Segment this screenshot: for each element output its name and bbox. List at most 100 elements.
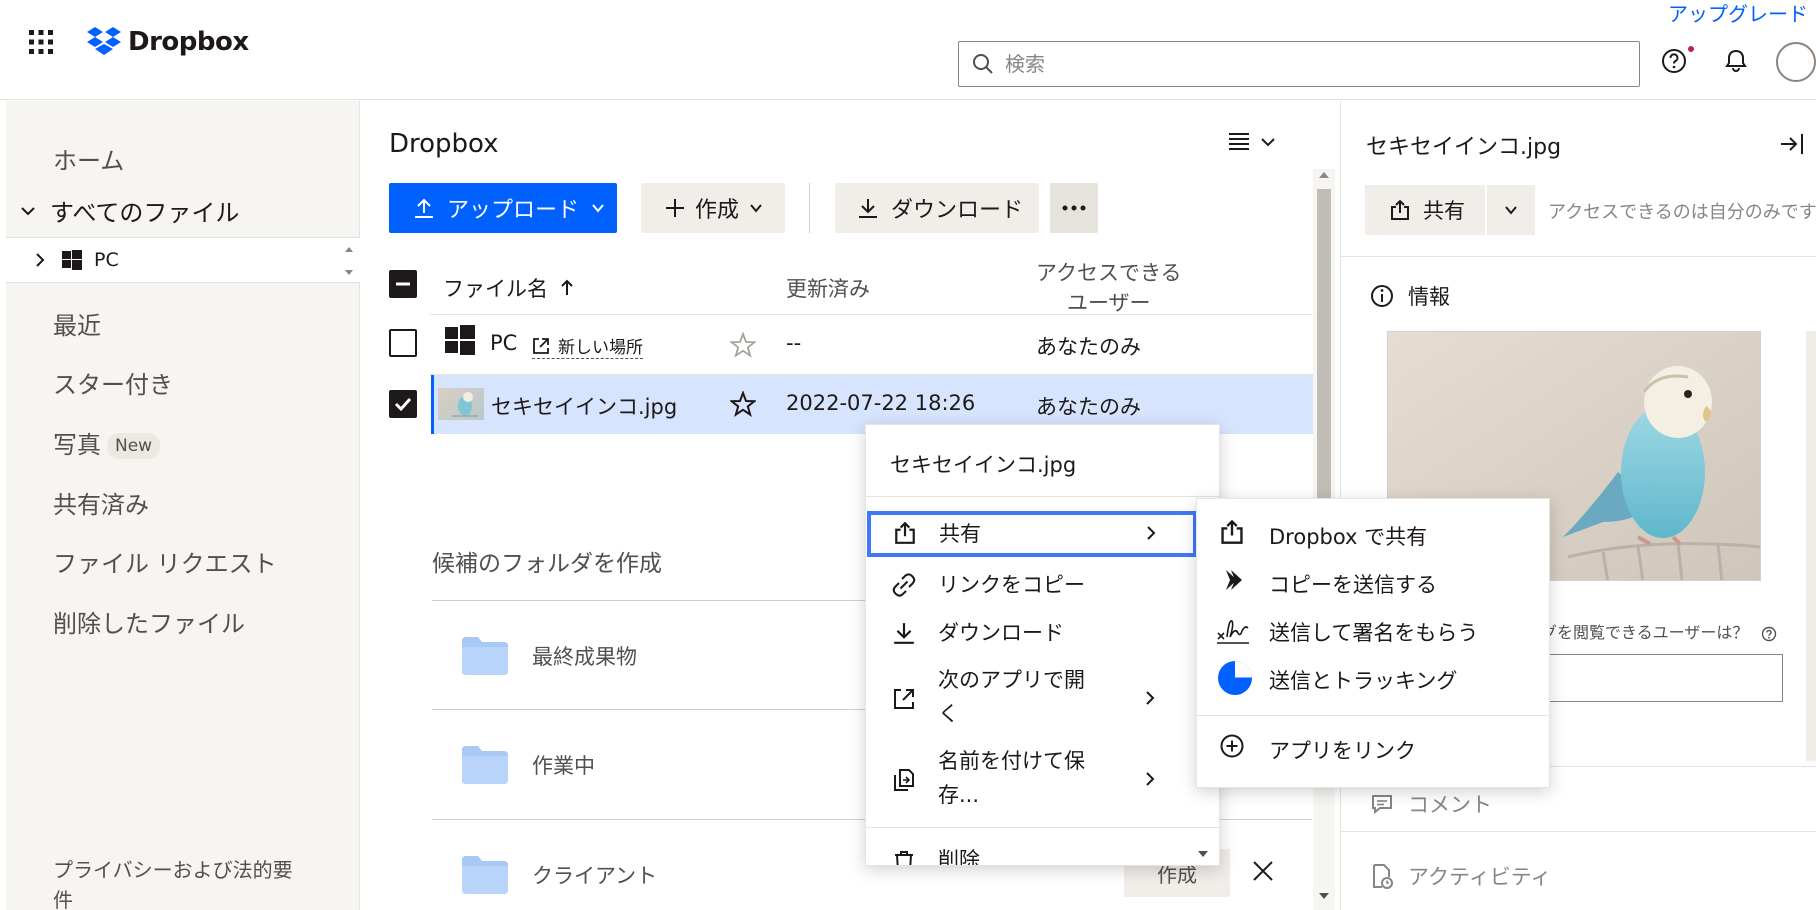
sidebar-item-photos[interactable]: 写真 New (53, 425, 161, 460)
menu-scroll-down-arrow-icon[interactable] (1196, 849, 1210, 859)
search-input[interactable] (1005, 52, 1605, 76)
tree-scrollbar[interactable] (344, 244, 354, 278)
docsend-icon (1218, 661, 1252, 695)
column-header-label: ファイル名 (443, 277, 548, 301)
share-icon (1221, 519, 1243, 544)
sidebar-item-recent[interactable]: 最近 (53, 306, 101, 341)
sort-arrow-up-icon (561, 279, 573, 295)
menu-item-share[interactable]: 共有 (867, 511, 1197, 557)
sidebar-item-file-requests[interactable]: ファイル リクエスト (53, 544, 277, 579)
sidebar-item-label: すべてのファイル (50, 199, 240, 227)
folder-icon (462, 637, 508, 675)
menu-item-save-as[interactable]: 名前を付けて保 存... (866, 742, 1219, 816)
upload-button[interactable]: アップロード (389, 183, 617, 233)
row-checkbox[interactable] (389, 390, 417, 418)
info-section-header[interactable]: 情報 (1370, 281, 1450, 311)
details-share-button[interactable]: 共有 (1365, 185, 1485, 235)
sidebar-item-all-files[interactable]: すべてのファイル (20, 193, 239, 228)
menu-item-label: 共有 (939, 522, 981, 546)
row-divider (430, 314, 1320, 315)
submenu-item-label: Dropbox で共有 (1269, 525, 1428, 549)
submenu-item-link-app[interactable]: アプリをリンク (1197, 725, 1551, 771)
download-icon (894, 623, 914, 644)
submenu-item-label: コピーを送信する (1269, 573, 1437, 597)
activity-label: アクティビティ (1408, 865, 1552, 889)
file-name[interactable]: セキセイインコ.jpg (491, 391, 677, 421)
help-button[interactable] (1660, 47, 1688, 75)
column-header-modified[interactable]: 更新済み (786, 273, 870, 303)
submenu-item-share-dropbox[interactable]: Dropbox で共有 (1197, 511, 1551, 557)
menu-item-label: 名前を付けて保 存... (938, 744, 1085, 812)
activity-section-header[interactable]: アクティビティ (1370, 861, 1551, 891)
select-all-checkbox[interactable] (389, 270, 417, 298)
submenu-item-send-copy[interactable]: コピーを送信する (1197, 559, 1551, 605)
submenu-item-send-for-signature[interactable]: 送信して署名をもらう (1197, 607, 1551, 653)
upgrade-link[interactable]: アップグレード (1668, 0, 1808, 27)
signature-icon (1217, 620, 1249, 644)
scroll-up-arrow-icon[interactable] (1317, 169, 1331, 181)
file-name[interactable]: PC (490, 331, 517, 355)
view-toggle[interactable] (1228, 131, 1276, 153)
chevron-down-icon[interactable] (20, 203, 36, 219)
avatar[interactable] (1776, 42, 1816, 82)
dismiss-suggestion-button[interactable] (1252, 860, 1274, 882)
menu-item-copy-link[interactable]: リンクをコピー (866, 563, 1219, 607)
save-as-icon (894, 769, 914, 791)
toolbar-divider (809, 183, 810, 233)
comment-icon (1372, 795, 1392, 815)
open-external-icon (894, 689, 914, 709)
menu-item-download[interactable]: ダウンロード (866, 611, 1219, 655)
new-location-link[interactable]: 新しい場所 (532, 333, 643, 359)
chevron-right-icon[interactable] (34, 253, 46, 267)
sidebar-item-label: 写真 (53, 431, 101, 459)
menu-item-label: 次のアプリで開 く (938, 663, 1085, 731)
submenu-item-send-and-track[interactable]: 送信とトラッキング (1197, 655, 1551, 701)
help-icon[interactable] (1761, 626, 1777, 642)
modified-value: -- (786, 331, 802, 355)
submenu-item-label: 送信とトラッキング (1269, 669, 1458, 693)
privacy-legal-link[interactable]: プライバシーおよび法的要 件 (53, 855, 293, 910)
menu-item-delete[interactable]: 削除 (866, 843, 1219, 865)
sidebar-tree-pc[interactable]: PC (6, 237, 360, 283)
list-view-icon (1229, 133, 1249, 150)
search-box[interactable] (958, 41, 1640, 87)
more-actions-button[interactable] (1050, 183, 1098, 233)
comments-section-header[interactable]: コメント (1370, 789, 1492, 819)
menu-item-label: ダウンロード (938, 621, 1064, 645)
viewers-input[interactable] (1541, 654, 1783, 702)
dropbox-logo[interactable]: Dropbox (86, 26, 249, 58)
app-grid-icon[interactable] (28, 29, 54, 55)
star-icon[interactable] (730, 332, 756, 358)
column-header-name[interactable]: ファイル名 (443, 273, 574, 303)
top-bar: Dropbox アップグレード (0, 0, 1816, 100)
sidebar-item-home[interactable]: ホーム (53, 141, 124, 176)
panel-scrollbar[interactable] (1806, 331, 1816, 761)
download-button[interactable]: ダウンロード (835, 183, 1039, 233)
windows-icon (445, 325, 475, 355)
sidebar-item-starred[interactable]: スター付き (53, 365, 173, 400)
sidebar-item-deleted-files[interactable]: 削除したファイル (53, 604, 245, 639)
row-checkbox[interactable] (389, 329, 417, 357)
create-label: 作成 (695, 198, 740, 223)
scroll-down-arrow-icon[interactable] (1317, 890, 1331, 902)
create-button[interactable]: 作成 (641, 183, 785, 233)
comment-label: コメント (1408, 793, 1492, 817)
share-submenu: Dropbox で共有 コピーを送信する 送信して署名をもらう 送信とトラッキン… (1196, 498, 1551, 788)
menu-item-label: リンクをコピー (938, 573, 1085, 597)
logo-text: Dropbox (128, 27, 249, 57)
privacy-line: プライバシーおよび法的要 (53, 858, 293, 882)
star-icon[interactable] (730, 391, 756, 417)
trash-icon (895, 851, 913, 865)
menu-item-open-with[interactable]: 次のアプリで開 く (866, 661, 1219, 735)
collapse-panel-button[interactable] (1779, 131, 1805, 157)
sidebar-item-shared[interactable]: 共有済み (53, 485, 149, 520)
access-value: あなたのみ (1036, 395, 1141, 419)
notifications-button[interactable] (1722, 47, 1750, 75)
share-dropdown-button[interactable] (1487, 185, 1535, 235)
page-title: Dropbox (389, 129, 499, 159)
transfer-icon (1226, 570, 1242, 590)
search-icon (973, 54, 993, 74)
add-circle-icon (1220, 734, 1244, 758)
viewers-text: グを閲覧できるユーザーは？ (1541, 623, 1749, 642)
column-header-access[interactable]: アクセスできる ユーザー (1036, 258, 1182, 318)
